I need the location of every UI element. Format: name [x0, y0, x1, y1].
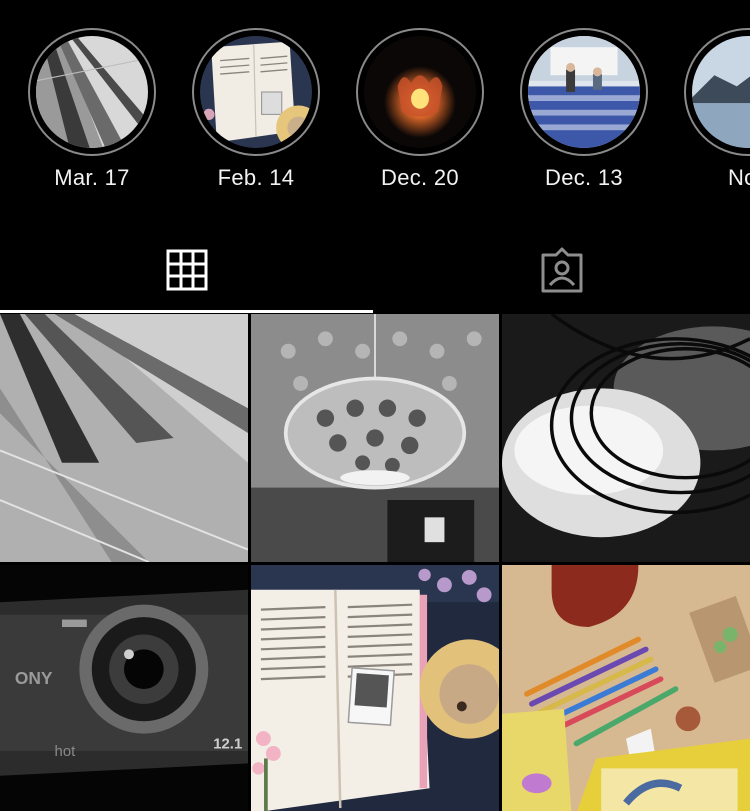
- highlight-item[interactable]: Nov: [684, 28, 750, 191]
- highlight-label: Dec. 13: [545, 165, 623, 190]
- highlight-label: Dec. 20: [381, 165, 459, 190]
- highlight-thumbnail: [36, 36, 148, 148]
- highlight-ring: [356, 28, 484, 156]
- highlight-ring: [192, 28, 320, 156]
- highlight-thumbnail: [692, 36, 750, 148]
- highlight-label: Feb. 14: [217, 165, 295, 190]
- highlight-item[interactable]: Dec. 13: [520, 28, 648, 191]
- profile-tabs: [0, 226, 750, 314]
- tagged-person-icon: [541, 247, 582, 293]
- tab-posts-grid[interactable]: [0, 226, 373, 314]
- post-thumbnail[interactable]: [251, 565, 499, 811]
- highlight-thumbnail: [528, 36, 640, 148]
- post-thumbnail[interactable]: [502, 314, 750, 562]
- camera-model-text: hot: [55, 744, 77, 760]
- story-highlights-row: Mar. 17 Feb. 14 Dec. 20 Dec. 13 N: [0, 28, 750, 198]
- post-thumbnail[interactable]: ONY hot 12.1: [0, 565, 248, 811]
- highlight-thumbnail: [200, 36, 312, 148]
- highlight-label: Nov: [727, 165, 750, 190]
- highlight-ring: [684, 28, 750, 156]
- post-thumbnail[interactable]: [251, 314, 499, 562]
- tab-tagged[interactable]: [375, 226, 748, 314]
- highlight-thumbnail: [364, 36, 476, 148]
- grid-icon: [166, 249, 207, 291]
- highlight-item[interactable]: Dec. 20: [356, 28, 484, 191]
- highlight-item[interactable]: Feb. 14: [192, 28, 320, 191]
- posts-grid: ONY hot 12.1: [0, 314, 750, 811]
- camera-mp-text: 12.1: [213, 737, 242, 753]
- highlight-label: Mar. 17: [54, 165, 130, 190]
- camera-brand-text: ONY: [15, 668, 53, 688]
- highlight-ring: [520, 28, 648, 156]
- post-thumbnail[interactable]: [0, 314, 248, 562]
- active-tab-indicator: [0, 310, 373, 313]
- highlight-ring: [28, 28, 156, 156]
- post-thumbnail[interactable]: [502, 565, 750, 811]
- highlight-item[interactable]: Mar. 17: [28, 28, 156, 191]
